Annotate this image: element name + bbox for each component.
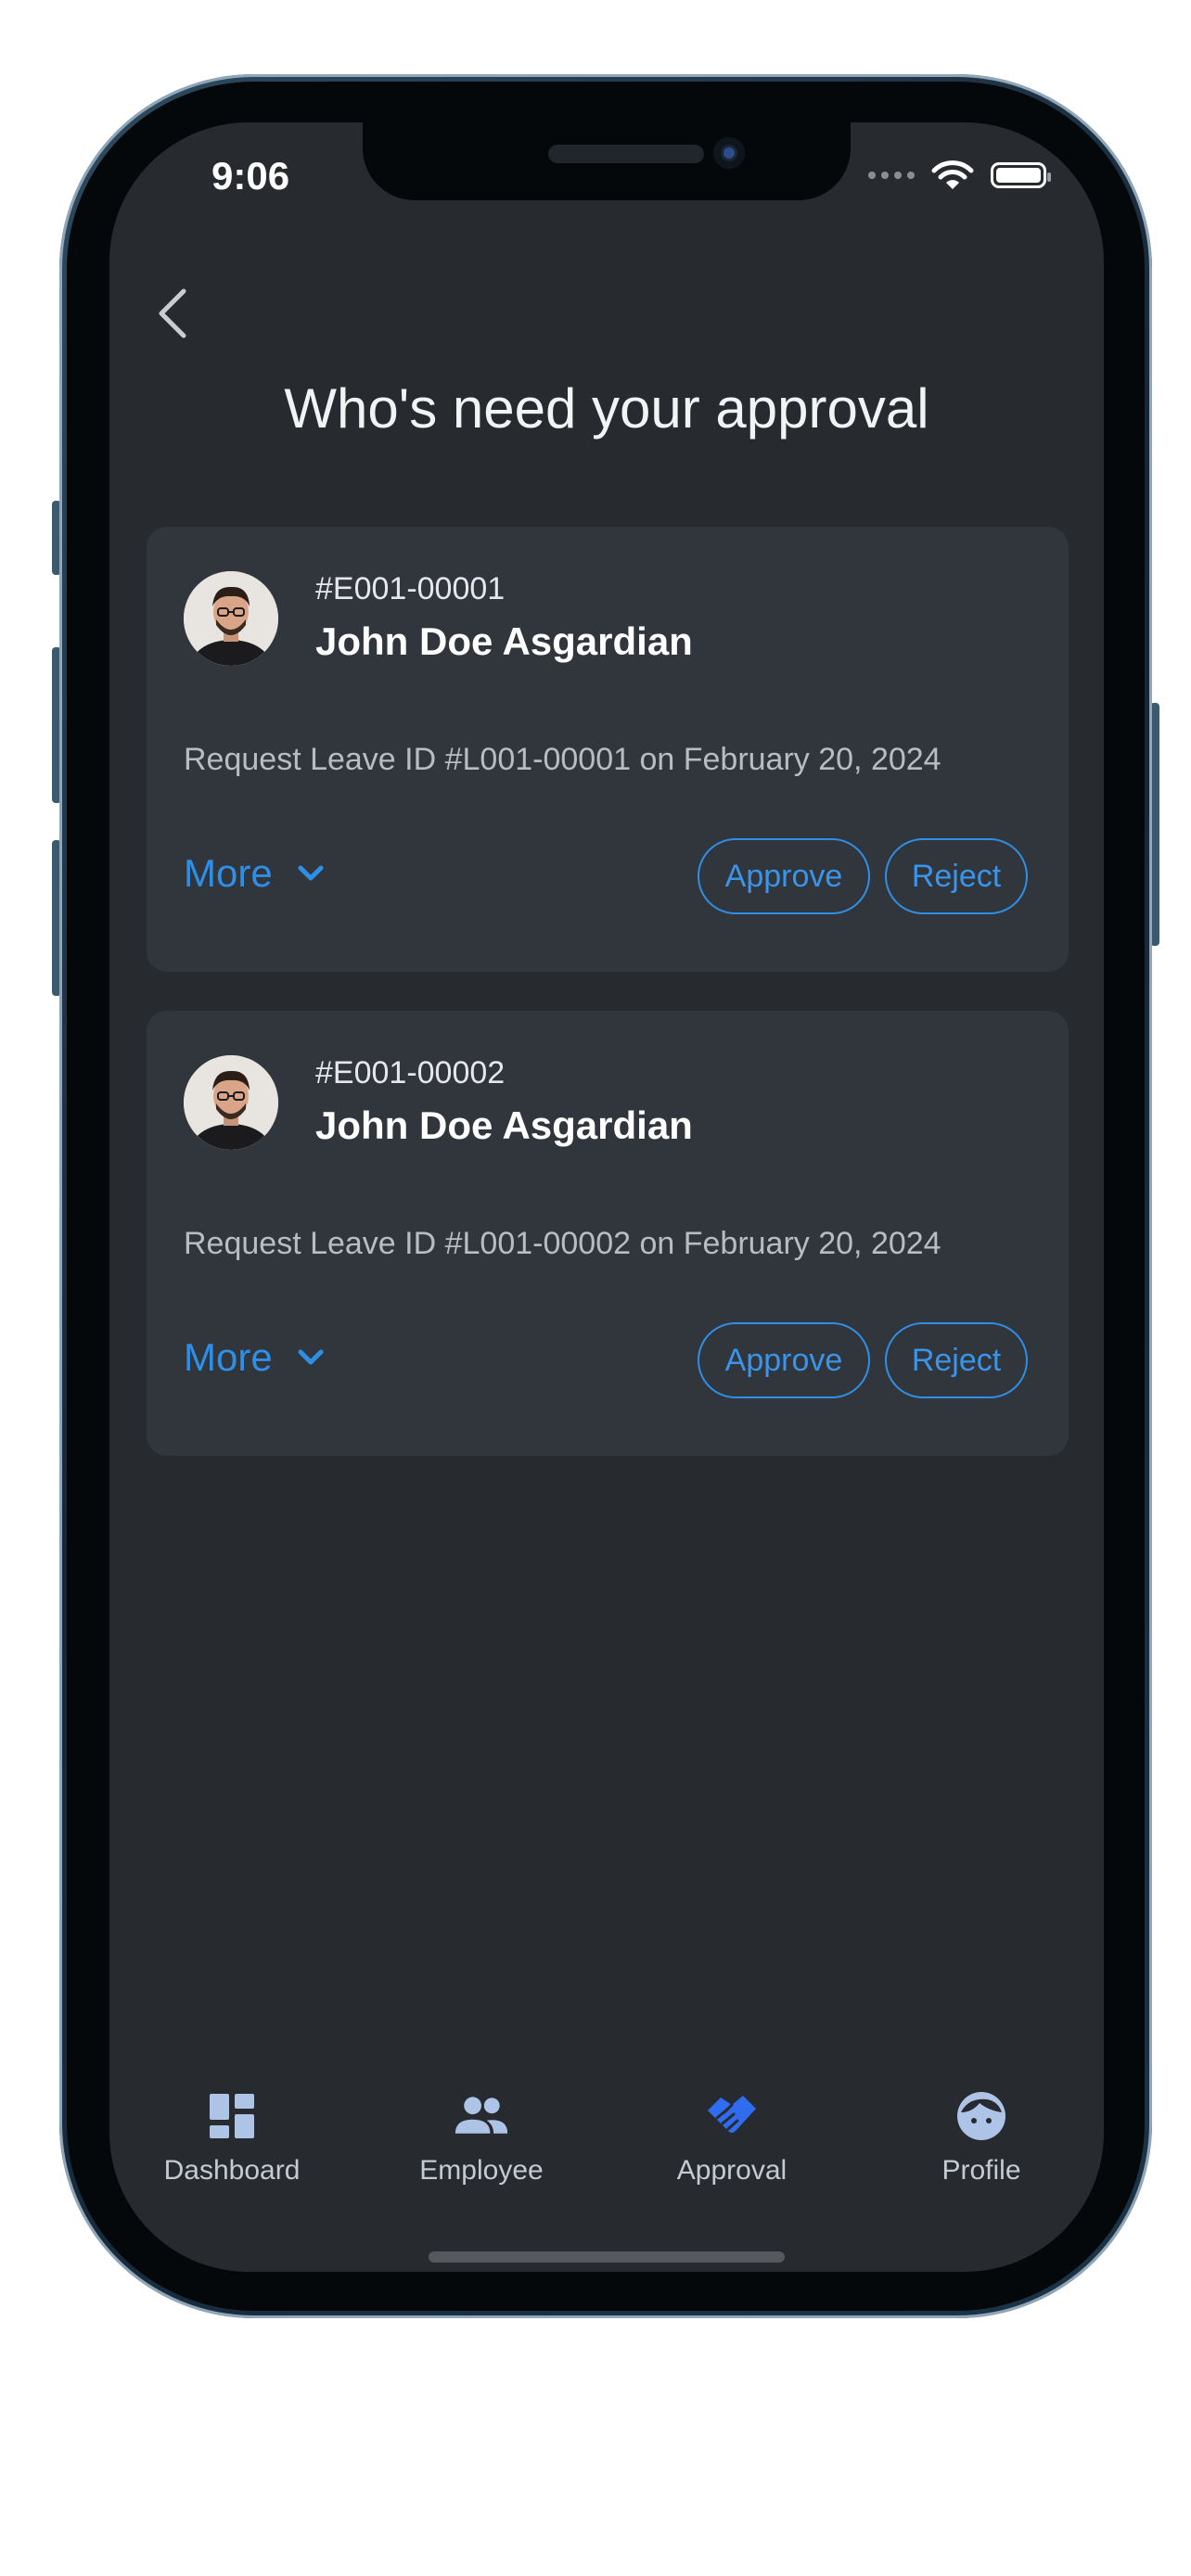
avatar [184,1055,278,1150]
approve-button[interactable]: Approve [698,1322,870,1398]
avatar [184,571,278,666]
speaker [548,145,704,163]
more-button[interactable]: More [184,1335,325,1380]
chevron-down-icon [298,865,324,881]
bottom-nav: Dashboard Employee Approval Profile [109,2088,1104,2227]
nav-label: Employee [419,2155,544,2186]
home-indicator[interactable] [429,2251,785,2263]
camera [713,137,745,169]
chevron-left-icon [159,288,186,338]
battery-icon [991,162,1051,188]
nav-item-profile[interactable]: Profile [889,2088,1074,2187]
approval-card: #E001-00001 John Doe Asgardian Request L… [147,527,1069,972]
people-icon [454,2088,509,2144]
more-button[interactable]: More [184,851,325,896]
nav-label: Profile [941,2155,1021,2186]
nav-label: Dashboard [163,2155,301,2186]
employee-id: #E001-00001 [315,571,506,606]
reject-button[interactable]: Reject [885,838,1028,914]
nav-label: Approval [676,2155,788,2186]
more-label: More [184,851,273,895]
employee-name: John Doe Asgardian [315,1103,693,1147]
request-description: Request Leave ID #L001-00001 on February… [184,742,941,777]
employee-id: #E001-00002 [315,1055,506,1090]
handshake-icon [704,2088,760,2144]
face-icon [954,2088,1009,2144]
notch [363,122,851,200]
wifi-icon [931,160,974,189]
more-label: More [184,1335,273,1379]
nav-item-approval[interactable]: Approval [639,2088,825,2187]
request-description: Request Leave ID #L001-00002 on February… [184,1226,941,1261]
dashboard-icon [204,2088,260,2144]
app-screen: 9:06 Who's need your approval #E001-0000… [109,122,1104,2272]
nav-item-dashboard[interactable]: Dashboard [139,2088,325,2187]
status-time: 9:06 [211,154,290,198]
status-icons [868,159,1051,191]
employee-name: John Doe Asgardian [315,619,693,663]
approve-button[interactable]: Approve [698,838,870,914]
approval-card: #E001-00002 John Doe Asgardian Request L… [147,1011,1069,1456]
nav-item-employee[interactable]: Employee [389,2088,574,2187]
page-title: Who's need your approval [284,377,929,440]
cellular-signal-icon [868,172,915,179]
reject-button[interactable]: Reject [885,1322,1028,1398]
back-button[interactable] [137,278,208,349]
chevron-down-icon [298,1349,324,1365]
